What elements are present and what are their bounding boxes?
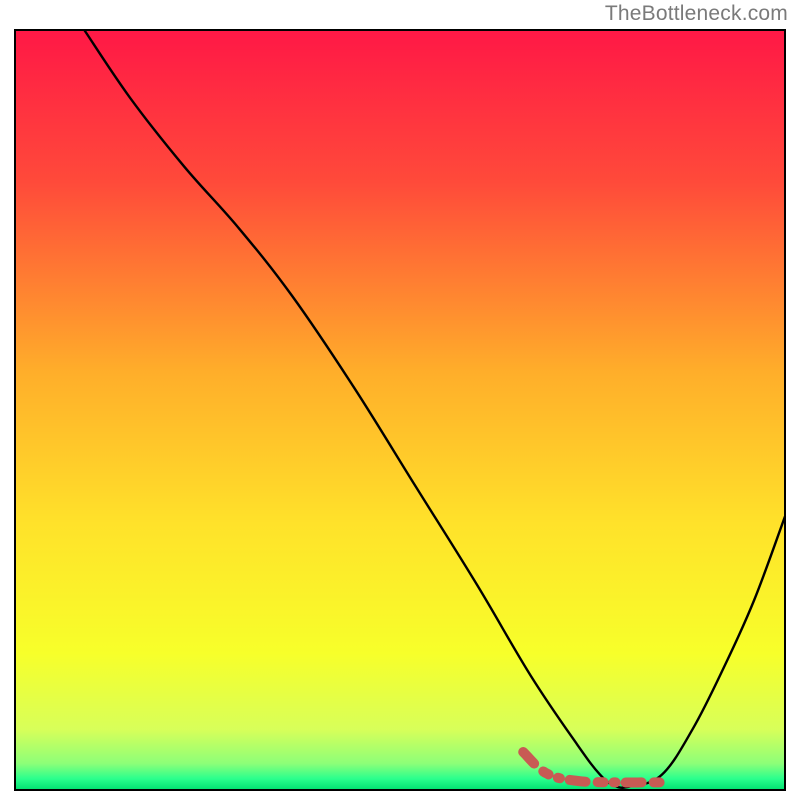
gradient-background [15, 30, 785, 790]
bottleneck-chart [0, 0, 800, 800]
